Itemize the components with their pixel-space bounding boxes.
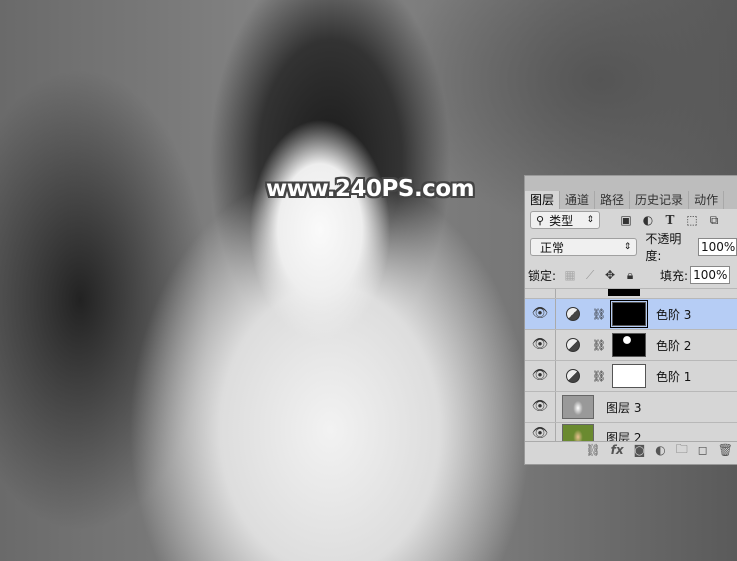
image-filter-icon[interactable]: ▣	[618, 213, 634, 227]
lock-move-icon[interactable]: ✥	[602, 268, 618, 282]
trash-icon[interactable]: 🗑︎	[718, 443, 733, 457]
folder-icon[interactable]: 🗀︎	[676, 440, 688, 461]
lock-label: 锁定:	[528, 268, 557, 283]
link-chain-icon[interactable]: ⛓︎	[592, 339, 606, 352]
layer-row[interactable]: 👁︎ 图层 3	[525, 391, 737, 422]
layer-name[interactable]: 色阶 1	[656, 368, 691, 385]
search-icon: ⚲	[536, 213, 545, 227]
lock-transparency-icon[interactable]: ▦	[562, 268, 578, 282]
visibility-eye-icon[interactable]: 👁︎	[525, 392, 556, 422]
link-icon[interactable]: ⛓︎	[585, 443, 600, 457]
visibility-eye-icon[interactable]: 👁︎	[525, 299, 556, 329]
adjustment-filter-icon[interactable]: ◐	[640, 213, 656, 227]
fx-icon[interactable]: fx	[611, 443, 624, 457]
filter-select[interactable]: ⚲ 类型 ⇕	[530, 211, 600, 229]
levels-adjustment-icon	[566, 369, 580, 383]
link-chain-icon[interactable]: ⛓︎	[592, 370, 606, 383]
layer-row[interactable]: 👁︎ 图层 2	[525, 422, 737, 442]
levels-adjustment-icon	[566, 307, 580, 321]
panel-tabs: 图层 通道 路径 历史记录 动作	[525, 176, 737, 209]
layer-row[interactable]: 👁︎ ⛓︎ 色阶 1	[525, 360, 737, 391]
layer-mask-thumbnail[interactable]	[611, 333, 646, 357]
layers-panel: 图层 通道 路径 历史记录 动作 ⚲ 类型 ⇕ ▣ ◐ T ⬚ ⧉ 正常 ⇕ 不…	[524, 175, 737, 465]
new-layer-icon[interactable]: ◻	[698, 443, 708, 457]
layer-thumbnail	[562, 395, 594, 419]
layer-row[interactable]: 👁︎ ⛓︎ 色阶 3	[525, 298, 737, 329]
layer-row[interactable]: 👁︎ ⛓︎ 色阶 2	[525, 329, 737, 360]
fill-label: 填充:	[660, 268, 689, 283]
visibility-eye-icon[interactable]: 👁︎	[525, 330, 556, 360]
smart-object-filter-icon[interactable]: ⧉	[706, 213, 722, 228]
layer-name[interactable]: 色阶 2	[656, 337, 691, 354]
link-chain-icon[interactable]: ⛓︎	[592, 308, 606, 321]
tab-channels[interactable]: 通道	[560, 191, 596, 209]
lock-all-icon[interactable]: 🔒︎	[622, 268, 638, 283]
updown-icon: ⇕	[586, 215, 594, 225]
fill-input[interactable]: 100%	[690, 266, 731, 284]
shape-filter-icon[interactable]: ⬚	[684, 213, 700, 227]
watermark: www.240PS.com	[266, 176, 475, 202]
tab-layers[interactable]: 图层	[525, 191, 561, 209]
adjustment-icon[interactable]: ◐	[655, 443, 665, 457]
tab-actions[interactable]: 动作	[689, 191, 725, 209]
layer-name[interactable]: 色阶 3	[656, 306, 691, 323]
tab-history[interactable]: 历史记录	[630, 191, 690, 209]
blend-mode-value: 正常	[540, 240, 565, 255]
updown-icon: ⇕	[623, 242, 632, 252]
blend-mode-select[interactable]: 正常 ⇕	[530, 238, 638, 256]
lock-brush-icon[interactable]: ⟋	[582, 268, 598, 283]
visibility-eye-icon[interactable]: 👁︎	[525, 361, 556, 391]
layer-name[interactable]: 图层 3	[606, 399, 641, 416]
opacity-input[interactable]: 100%	[697, 238, 737, 256]
tab-paths[interactable]: 路径	[595, 191, 631, 209]
panel-footer: ⛓︎ fx ◙ ◐ 🗀︎ ◻ 🗑︎	[525, 441, 737, 458]
opacity-label: 不透明度:	[645, 232, 682, 263]
filter-label: 类型	[549, 213, 574, 228]
levels-adjustment-icon	[566, 338, 580, 352]
layer-mask-thumbnail[interactable]	[609, 300, 648, 328]
type-filter-icon[interactable]: T	[662, 213, 678, 227]
layer-mask-thumbnail[interactable]	[611, 364, 646, 388]
layer-thumbnail	[562, 423, 594, 442]
mask-icon[interactable]: ◙	[634, 443, 646, 457]
visibility-eye-icon[interactable]: 👁︎	[525, 423, 556, 442]
